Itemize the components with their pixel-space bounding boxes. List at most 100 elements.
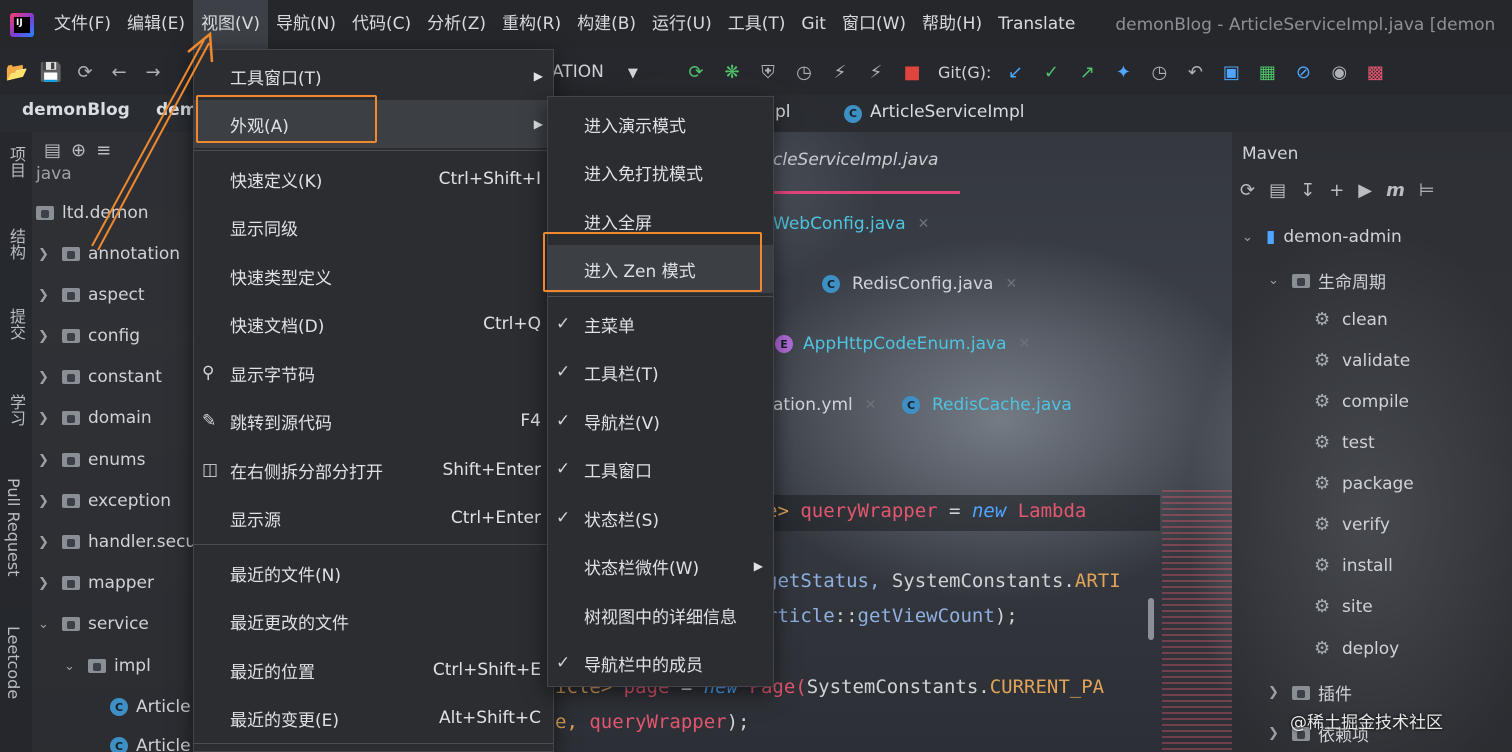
close-icon[interactable]: ✕: [865, 397, 877, 413]
history-icon[interactable]: ◷: [1141, 56, 1177, 88]
maven-phase[interactable]: ⚙ verify: [1314, 515, 1390, 535]
close-icon[interactable]: ✕: [1019, 336, 1031, 352]
generate-sources-icon[interactable]: ▤: [1269, 180, 1286, 201]
tree-folder[interactable]: ❯ domain: [38, 408, 152, 428]
tree-folder[interactable]: ❯ aspect: [38, 285, 145, 305]
git-commit-icon[interactable]: ✓: [1033, 56, 1069, 88]
sync-icon[interactable]: ⟳: [68, 56, 102, 88]
git-update-icon[interactable]: ↙: [997, 56, 1033, 88]
appearance-item-full-screen[interactable]: 进入全屏: [548, 197, 773, 245]
menu-window[interactable]: 窗口(W): [834, 0, 914, 49]
git-fetch-icon[interactable]: ✦: [1105, 56, 1141, 88]
appearance-item-toolbar[interactable]: ✓ 工具栏(T): [548, 348, 773, 396]
menu-help[interactable]: 帮助(H): [914, 0, 990, 49]
tool-tab-project[interactable]: 项目: [4, 146, 28, 178]
menu-build[interactable]: 构建(B): [569, 0, 644, 49]
stop-icon[interactable]: ■: [894, 56, 930, 88]
record-icon[interactable]: ◉: [1321, 56, 1357, 88]
appearance-item-zen-mode[interactable]: 进入 Zen 模式: [548, 245, 773, 293]
appearance-item-main-menu[interactable]: ✓ 主菜单: [548, 300, 773, 348]
tree-folder[interactable]: ⌄ impl: [64, 656, 151, 676]
maven-lifecycle[interactable]: ⌄ 生命周期: [1268, 268, 1386, 293]
git-push-icon[interactable]: ↗: [1069, 56, 1105, 88]
close-icon[interactable]: ✕: [1005, 276, 1017, 292]
tool-tab-leetcode[interactable]: Leetcode: [4, 626, 23, 699]
add-icon[interactable]: +: [1329, 180, 1344, 201]
appearance-item-tree-view-details[interactable]: 树视图中的详细信息: [548, 591, 773, 639]
view-mode-icon[interactable]: ▤: [44, 140, 61, 161]
menu-edit[interactable]: 编辑(E): [119, 0, 193, 49]
view-menu-item-recent-files[interactable]: 最近的文件(N): [194, 549, 553, 597]
tree-folder[interactable]: ⌄ service: [38, 614, 149, 634]
view-menu-item-recent-locations[interactable]: 最近的位置 Ctrl+Shift+E: [194, 646, 553, 694]
plugin-icon[interactable]: ▩: [1357, 56, 1393, 88]
code-line[interactable]: getStatus, SystemConstants.ARTI: [766, 570, 1121, 592]
view-menu-item-jump-to-source[interactable]: ✎ 跳转到源代码 F4: [194, 397, 553, 445]
code-line[interactable]: e> queryWrapper = new Lambda: [766, 500, 1086, 522]
settings-grid-icon[interactable]: ▦: [1249, 56, 1285, 88]
view-menu-item-quick-definition[interactable]: 快速定义(K) Ctrl+Shift+I: [194, 155, 553, 203]
editor-scrollbar[interactable]: [1148, 598, 1154, 640]
tree-file[interactable]: C Article: [110, 736, 191, 752]
editor-tab[interactable]: C RedisConfig.java ✕: [822, 274, 1017, 294]
breadcrumb-module[interactable]: dem: [156, 100, 197, 120]
run-icon[interactable]: ▶: [1358, 180, 1372, 201]
tree-item[interactable]: java: [36, 164, 72, 184]
tree-folder[interactable]: ❯ handler.secu: [38, 532, 196, 552]
locate-icon[interactable]: ⊕: [71, 140, 86, 161]
profile-icon[interactable]: ◷: [786, 56, 822, 88]
view-menu-item-open-split-right[interactable]: ◫ 在右侧拆分部分打开 Shift+Enter: [194, 446, 553, 494]
reload-icon[interactable]: ⟳: [1240, 180, 1255, 201]
tool-tab-pull-request[interactable]: Pull Request: [4, 478, 23, 576]
menu-tools[interactable]: 工具(T): [720, 0, 794, 49]
rollback-icon[interactable]: ↶: [1177, 56, 1213, 88]
view-menu-item-appearance[interactable]: 外观(A) ▶: [194, 100, 553, 148]
tree-folder[interactable]: ❯ annotation: [38, 244, 180, 264]
editor-tab[interactable]: C RedisCache.java: [902, 395, 1072, 415]
menu-translate[interactable]: Translate: [990, 0, 1083, 49]
maven-plugins[interactable]: ❯ 插件: [1268, 680, 1352, 705]
editor-tab[interactable]: E AppHttpCodeEnum.java ✕: [775, 334, 1030, 354]
tree-folder[interactable]: ❯ enums: [38, 450, 145, 470]
tree-folder[interactable]: ❯ constant: [38, 367, 162, 387]
no-entry-icon[interactable]: ⊘: [1285, 56, 1321, 88]
rerun-icon[interactable]: ⟳: [678, 56, 714, 88]
open-folder-icon[interactable]: 📂: [0, 56, 34, 88]
maven-phase[interactable]: ⚙ validate: [1314, 351, 1410, 371]
view-menu-item-quick-documentation[interactable]: 快速文档(D) Ctrl+Q: [194, 300, 553, 348]
back-arrow-icon[interactable]: ←: [102, 56, 136, 88]
editor-tab[interactable]: ation.yml ✕: [773, 395, 876, 415]
download-icon[interactable]: ↧: [1300, 180, 1315, 201]
save-icon[interactable]: 💾: [34, 56, 68, 88]
view-menu-item-recent-changes[interactable]: 最近的变更(E) Alt+Shift+C: [194, 694, 553, 742]
debug-icon[interactable]: ❋: [714, 56, 750, 88]
code-line[interactable]: rticle::getViewCount);: [766, 605, 1018, 627]
menu-git[interactable]: Git: [793, 0, 834, 49]
lightning-icon[interactable]: ⚡: [822, 56, 858, 88]
breadcrumb-class[interactable]: C ArticleServiceImpl: [844, 102, 1024, 123]
maven-phase[interactable]: ⚙ test: [1314, 433, 1375, 453]
tool-tab-learn[interactable]: 学习: [4, 394, 28, 426]
view-menu-item-tool-windows[interactable]: 工具窗口(T) ▶: [194, 52, 553, 100]
menu-navigate[interactable]: 导航(N): [268, 0, 344, 49]
menu-view[interactable]: 视图(V): [193, 0, 268, 49]
maven-phase[interactable]: ⚙ install: [1314, 556, 1393, 576]
close-icon[interactable]: ✕: [918, 216, 930, 232]
skip-tests-icon[interactable]: ⊨: [1419, 180, 1435, 201]
appearance-item-status-bar-widgets[interactable]: 状态栏微件(W) ▶: [548, 542, 773, 590]
appearance-item-navigation-bar[interactable]: ✓ 导航栏(V): [548, 397, 773, 445]
lightning-off-icon[interactable]: ⚡: [858, 56, 894, 88]
appearance-item-members-in-navbar[interactable]: ✓ 导航栏中的成员: [548, 639, 773, 687]
appearance-item-status-bar[interactable]: ✓ 状态栏(S): [548, 494, 773, 542]
code-line[interactable]: e, queryWrapper);: [555, 711, 750, 733]
appearance-item-tool-windows[interactable]: ✓ 工具窗口: [548, 445, 773, 493]
editor-tab-active[interactable]: cleServiceImpl.java: [773, 150, 938, 170]
menu-code[interactable]: 代码(C): [344, 0, 419, 49]
breadcrumb-project[interactable]: demonBlog: [22, 100, 130, 120]
menu-refactor[interactable]: 重构(R): [494, 0, 569, 49]
maven-phase[interactable]: ⚙ package: [1314, 474, 1414, 494]
appearance-item-distraction-free[interactable]: 进入免打扰模式: [548, 148, 773, 196]
execute-goal-icon[interactable]: m: [1386, 180, 1405, 201]
maven-phase[interactable]: ⚙ deploy: [1314, 639, 1399, 659]
coverage-icon[interactable]: ⛨: [750, 56, 786, 88]
